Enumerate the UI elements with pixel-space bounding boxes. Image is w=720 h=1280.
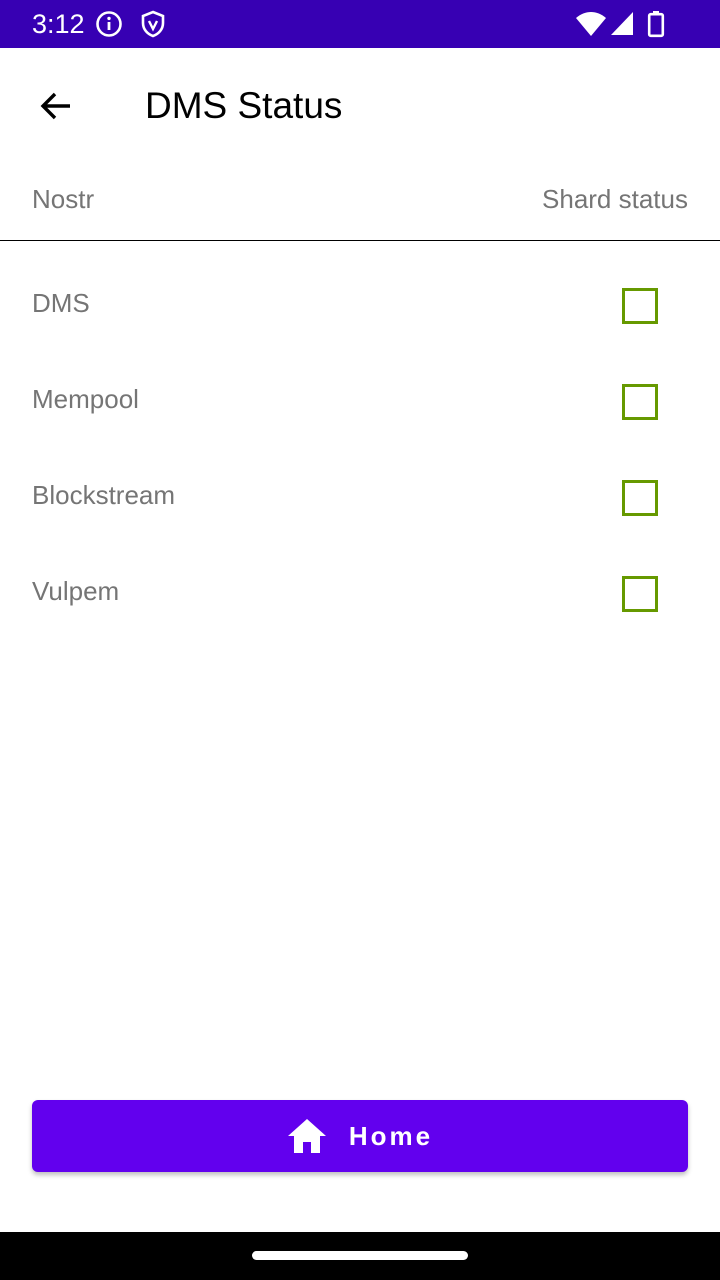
list-item-blockstream: Blockstream bbox=[0, 450, 720, 546]
page-title: DMS Status bbox=[145, 85, 343, 126]
wifi-icon bbox=[575, 10, 607, 38]
list-item-dms: DMS bbox=[0, 258, 720, 354]
home-button-label: Home bbox=[348, 1120, 434, 1151]
gesture-handle[interactable] bbox=[252, 1251, 468, 1260]
back-button[interactable] bbox=[24, 76, 88, 136]
list-item-mempool: Mempool bbox=[0, 354, 720, 450]
table-header: Nostr Shard status bbox=[0, 162, 720, 241]
list-item-vulpem: Vulpem bbox=[0, 546, 720, 642]
header-shard-status: Shard status bbox=[542, 184, 688, 214]
shard-checkbox-blockstream[interactable] bbox=[622, 480, 658, 516]
row-label: Blockstream bbox=[32, 480, 176, 510]
row-label: Mempool bbox=[32, 384, 139, 414]
row-label: DMS bbox=[32, 288, 90, 318]
home-icon bbox=[287, 1119, 326, 1153]
home-button[interactable]: Home bbox=[32, 1100, 688, 1172]
system-nav-bar bbox=[0, 1232, 720, 1280]
info-icon bbox=[95, 10, 123, 38]
shield-icon bbox=[139, 10, 167, 38]
status-time: 3:12 bbox=[32, 9, 85, 39]
shard-checkbox-dms[interactable] bbox=[622, 288, 658, 324]
header-nostr: Nostr bbox=[32, 184, 95, 214]
shard-checkbox-vulpem[interactable] bbox=[622, 576, 658, 612]
status-bar: 3:12 bbox=[0, 0, 720, 48]
arrow-back-icon bbox=[40, 92, 70, 120]
app-bar: DMS Status bbox=[0, 48, 720, 162]
battery-icon bbox=[646, 10, 666, 38]
row-label: Vulpem bbox=[32, 576, 120, 606]
signal-icon bbox=[609, 10, 637, 38]
shard-checkbox-mempool[interactable] bbox=[622, 384, 658, 420]
